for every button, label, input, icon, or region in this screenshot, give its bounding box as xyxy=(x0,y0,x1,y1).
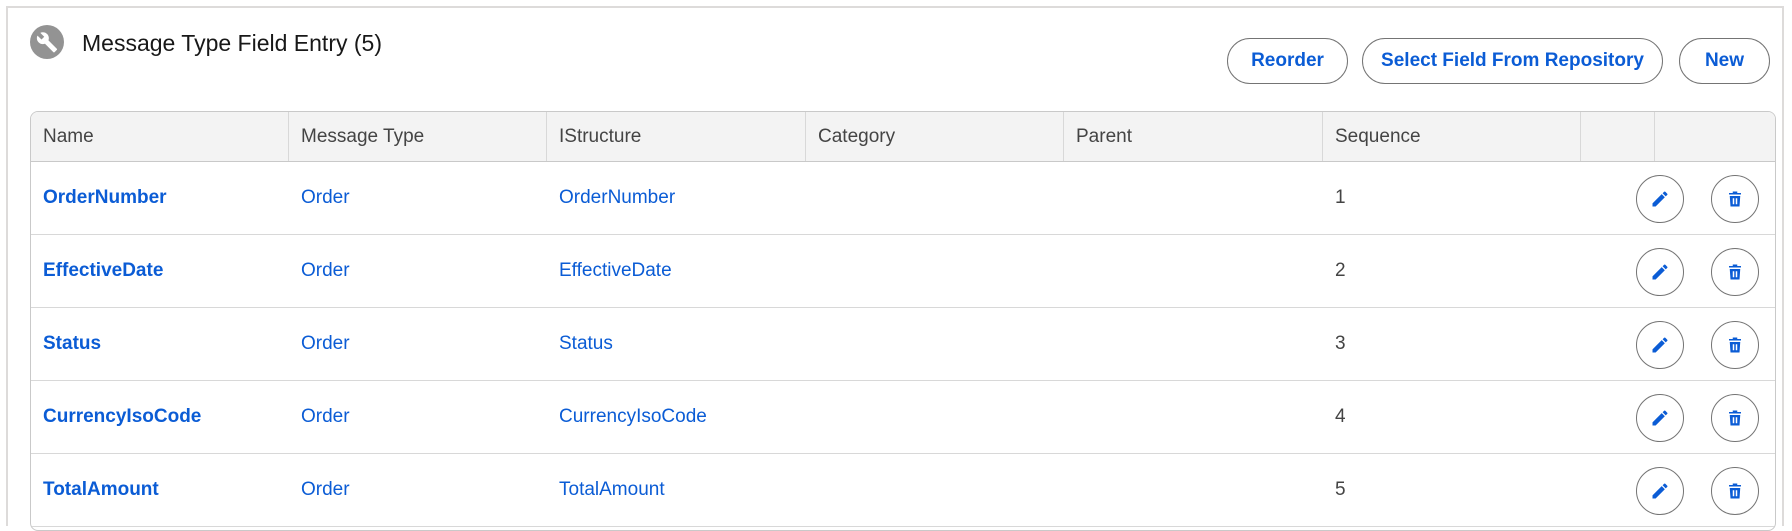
table-row: EffectiveDate Order EffectiveDate 2 xyxy=(31,235,1775,308)
cell-parent xyxy=(1064,454,1076,526)
cell-sequence: 5 xyxy=(1335,479,1346,500)
column-header-category[interactable]: Category xyxy=(806,112,1064,161)
cell-sequence: 1 xyxy=(1335,187,1346,208)
card-title: Message Type Field Entry (5) xyxy=(82,30,382,56)
cell-istructure[interactable]: EffectiveDate xyxy=(547,235,672,307)
pencil-icon xyxy=(1650,189,1670,209)
cell-istructure[interactable]: Status xyxy=(547,308,613,380)
cell-sequence: 2 xyxy=(1335,260,1346,281)
trash-icon xyxy=(1726,263,1744,281)
column-header-message-type[interactable]: Message Type xyxy=(289,112,547,161)
cell-istructure[interactable]: CurrencyIsoCode xyxy=(547,381,707,453)
table-row: OrderNumber Order OrderNumber 1 xyxy=(31,162,1775,235)
edit-button[interactable] xyxy=(1636,248,1684,296)
cell-name[interactable]: CurrencyIsoCode xyxy=(31,381,201,453)
cell-parent xyxy=(1064,235,1076,307)
reorder-button[interactable]: Reorder xyxy=(1227,38,1348,84)
table-row: Status Order Status 3 xyxy=(31,308,1775,381)
cell-name[interactable]: EffectiveDate xyxy=(31,235,163,307)
cell-name[interactable]: TotalAmount xyxy=(31,454,159,526)
cell-parent xyxy=(1064,308,1076,380)
cell-category xyxy=(806,454,818,526)
cell-message-type[interactable]: Order xyxy=(289,308,350,380)
cell-message-type[interactable]: Order xyxy=(289,381,350,453)
delete-button[interactable] xyxy=(1711,467,1759,515)
pencil-icon xyxy=(1650,262,1670,282)
column-header-edit xyxy=(1581,112,1655,161)
cell-sequence: 4 xyxy=(1335,406,1346,427)
pencil-icon xyxy=(1650,335,1670,355)
cell-istructure[interactable]: TotalAmount xyxy=(547,454,665,526)
pencil-icon xyxy=(1650,481,1670,501)
delete-button[interactable] xyxy=(1711,175,1759,223)
new-button[interactable]: New xyxy=(1679,38,1770,84)
cell-category xyxy=(806,235,818,307)
cell-category xyxy=(806,381,818,453)
cell-istructure[interactable]: OrderNumber xyxy=(547,162,675,234)
trash-icon xyxy=(1726,482,1744,500)
cell-message-type[interactable]: Order xyxy=(289,235,350,307)
column-header-istructure[interactable]: IStructure xyxy=(547,112,806,161)
cell-message-type[interactable]: Order xyxy=(289,162,350,234)
edit-button[interactable] xyxy=(1636,467,1684,515)
column-header-delete xyxy=(1655,112,1775,161)
table-row: CurrencyIsoCode Order CurrencyIsoCode 4 xyxy=(31,381,1775,454)
table-header: Name Message Type IStructure Category Pa… xyxy=(31,112,1775,162)
column-header-parent[interactable]: Parent xyxy=(1064,112,1323,161)
trash-icon xyxy=(1726,190,1744,208)
trash-icon xyxy=(1726,409,1744,427)
edit-button[interactable] xyxy=(1636,175,1684,223)
trash-icon xyxy=(1726,336,1744,354)
pencil-icon xyxy=(1650,408,1670,428)
select-field-from-repository-button[interactable]: Select Field From Repository xyxy=(1362,38,1663,84)
edit-button[interactable] xyxy=(1636,394,1684,442)
cell-category xyxy=(806,162,818,234)
edit-button[interactable] xyxy=(1636,321,1684,369)
delete-button[interactable] xyxy=(1711,394,1759,442)
wrench-icon xyxy=(30,25,64,59)
cell-parent xyxy=(1064,162,1076,234)
related-list-card: Message Type Field Entry (5) Reorder Sel… xyxy=(6,6,1784,531)
cell-message-type[interactable]: Order xyxy=(289,454,350,526)
cell-name[interactable]: OrderNumber xyxy=(31,162,167,234)
cell-category xyxy=(806,308,818,380)
cell-sequence: 3 xyxy=(1335,333,1346,354)
cell-parent xyxy=(1064,381,1076,453)
field-entry-table: Name Message Type IStructure Category Pa… xyxy=(30,111,1776,531)
column-header-name[interactable]: Name xyxy=(31,112,289,161)
table-row: TotalAmount Order TotalAmount 5 xyxy=(31,454,1775,527)
delete-button[interactable] xyxy=(1711,321,1759,369)
delete-button[interactable] xyxy=(1711,248,1759,296)
cell-name[interactable]: Status xyxy=(31,308,101,380)
column-header-sequence[interactable]: Sequence xyxy=(1323,112,1581,161)
